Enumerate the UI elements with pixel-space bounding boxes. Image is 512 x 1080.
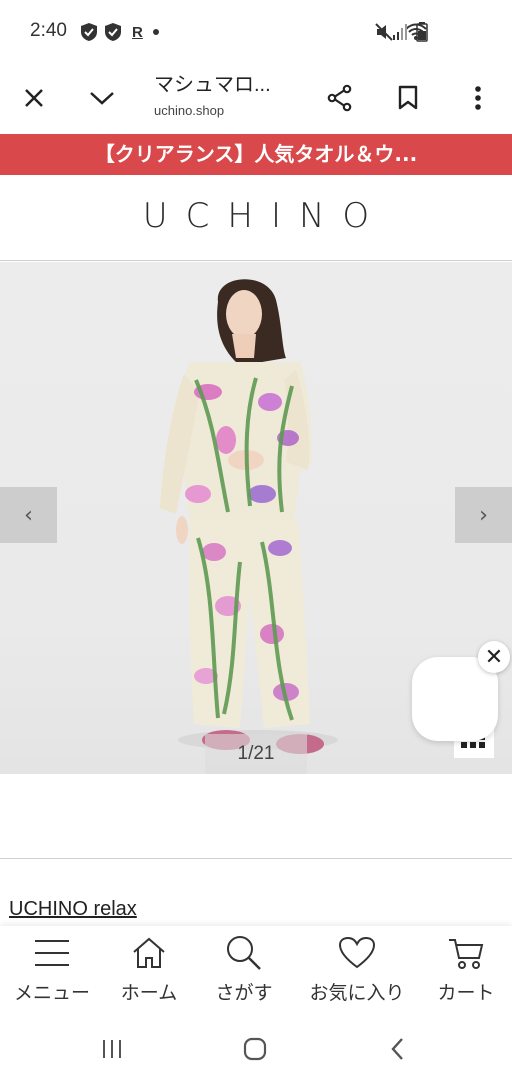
shield-icon: [81, 23, 97, 41]
share-icon: [327, 84, 352, 112]
home-system-button[interactable]: [235, 1034, 275, 1064]
browser-toolbar: マシュマロ... uchino.shop: [0, 62, 512, 134]
nav-item-label: カート: [437, 982, 495, 1004]
chevron-right-icon: ›: [479, 502, 488, 528]
bookmark-icon: [398, 85, 418, 110]
signal-battery: [392, 22, 428, 42]
nav-item-favorites[interactable]: お気に入り: [302, 932, 412, 1005]
search-icon: [227, 936, 261, 970]
recent-apps-button[interactable]: [92, 1034, 132, 1064]
more-options-button[interactable]: [456, 76, 500, 120]
divider: [0, 858, 512, 859]
promo-banner[interactable]: 【クリアランス】人気タオル＆ウ...: [0, 134, 512, 175]
status-time: 2:40: [30, 20, 67, 41]
site-logo[interactable]: UCHINO: [0, 196, 512, 236]
home-icon: [133, 937, 165, 968]
mute-icon: [375, 23, 393, 41]
nav-item-search[interactable]: さがす: [194, 932, 294, 1005]
cart-icon: [449, 939, 484, 969]
menu-icon: [35, 940, 69, 966]
close-icon: [25, 89, 43, 107]
nav-item-cart[interactable]: カート: [416, 932, 512, 1005]
signal-icon: [393, 24, 407, 40]
system-navigation: [0, 1016, 512, 1080]
carousel-next-button[interactable]: ›: [455, 487, 512, 543]
share-button[interactable]: [318, 76, 362, 120]
recent-apps-icon: [103, 1040, 121, 1058]
back-chevron-icon: [391, 1038, 403, 1060]
nav-item-label: お気に入り: [309, 982, 405, 1004]
bottom-navigation: メニュー ホーム さがす お気に入り カート: [0, 926, 512, 1016]
status-bar: 2:40 R: [0, 0, 512, 62]
nav-item-home[interactable]: ホーム: [99, 932, 199, 1005]
image-counter: 1/21: [205, 734, 307, 774]
nav-item-label: メニュー: [13, 982, 90, 1004]
chevron-down-icon: [90, 92, 114, 105]
dot-icon: [152, 29, 159, 35]
nav-item-label: ホーム: [120, 982, 178, 1004]
chat-widget-close-button[interactable]: ✕: [478, 641, 510, 673]
bookmark-button[interactable]: [386, 76, 430, 120]
home-circle-icon: [243, 1037, 267, 1061]
minimize-button[interactable]: [80, 76, 124, 120]
close-tab-button[interactable]: [12, 76, 56, 120]
shield-icon: [105, 23, 121, 41]
back-system-button[interactable]: [378, 1034, 418, 1064]
page-title-block[interactable]: マシュマロ... uchino.shop: [154, 68, 271, 118]
r-badge-icon: R: [132, 23, 143, 41]
status-left-icons: R: [80, 22, 163, 42]
page-title: マシュマロ...: [154, 74, 271, 96]
carousel-prev-button[interactable]: ‹: [0, 487, 57, 543]
page-url: uchino.shop: [154, 103, 225, 118]
more-vertical-icon: [475, 86, 481, 110]
brand-link[interactable]: UCHINO relax: [9, 898, 137, 921]
nav-item-menu[interactable]: メニュー: [2, 932, 102, 1005]
chevron-left-icon: ‹: [24, 502, 33, 528]
battery-icon: [416, 22, 428, 42]
heart-icon: [338, 936, 376, 969]
nav-item-label: さがす: [215, 982, 273, 1004]
divider: [0, 260, 512, 261]
close-icon: ✕: [484, 644, 504, 670]
